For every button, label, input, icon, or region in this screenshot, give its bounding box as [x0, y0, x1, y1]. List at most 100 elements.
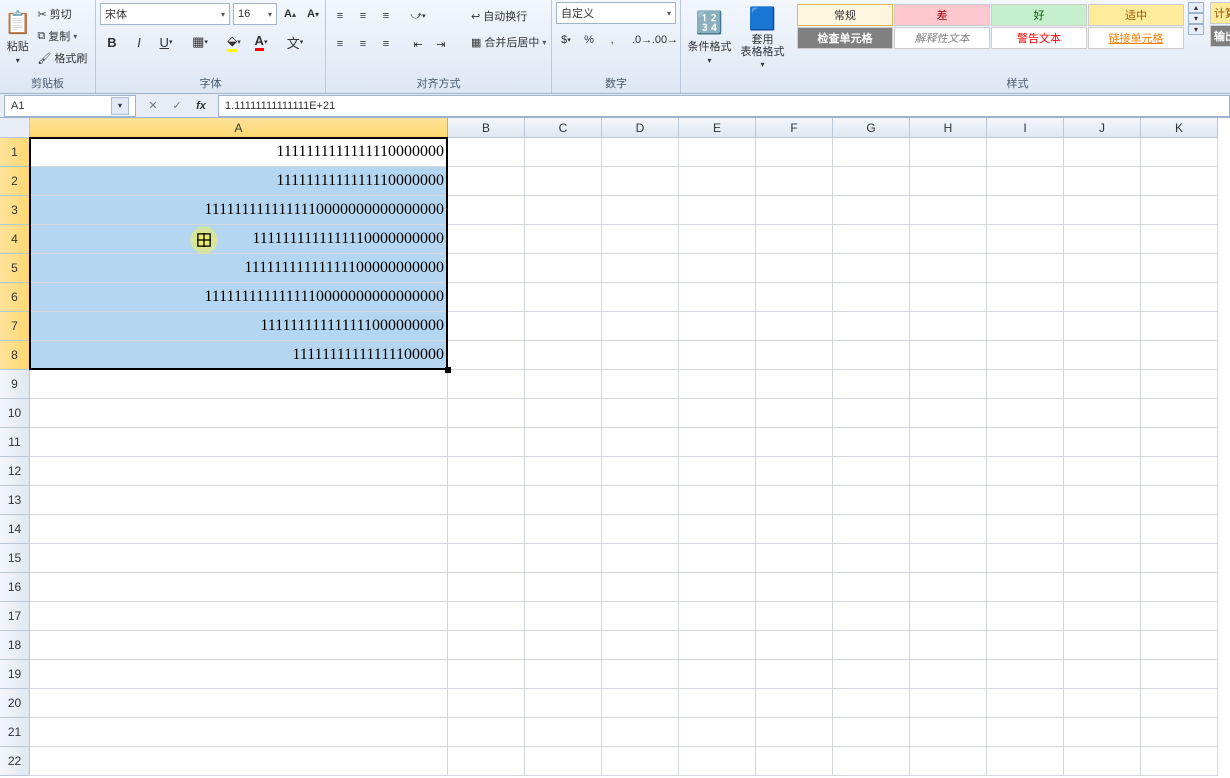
cell-F19[interactable]: [756, 660, 833, 689]
cell-B22[interactable]: [448, 747, 525, 776]
cell-J20[interactable]: [1064, 689, 1141, 718]
cell-K21[interactable]: [1141, 718, 1218, 747]
column-header-B[interactable]: B: [448, 118, 525, 138]
cell-J14[interactable]: [1064, 515, 1141, 544]
cell-G13[interactable]: [833, 486, 910, 515]
scroll-down-icon[interactable]: ▾: [1188, 13, 1204, 24]
orientation-button[interactable]: ⤻▾: [408, 5, 428, 27]
row-header-5[interactable]: 5: [0, 254, 30, 283]
cell-G22[interactable]: [833, 747, 910, 776]
cell-J6[interactable]: [1064, 283, 1141, 312]
cell-I5[interactable]: [987, 254, 1064, 283]
cell-G18[interactable]: [833, 631, 910, 660]
number-format-combo[interactable]: 自定义 ▾: [556, 2, 676, 24]
row-header-19[interactable]: 19: [0, 660, 30, 689]
row-header-6[interactable]: 6: [0, 283, 30, 312]
cell-A14[interactable]: [30, 515, 448, 544]
cell-H9[interactable]: [910, 370, 987, 399]
cell-B8[interactable]: [448, 341, 525, 370]
column-header-H[interactable]: H: [910, 118, 987, 138]
cell-A5[interactable]: 11111111111111100000000000: [30, 254, 448, 283]
cell-D7[interactable]: [602, 312, 679, 341]
cell-D2[interactable]: [602, 167, 679, 196]
cell-D9[interactable]: [602, 370, 679, 399]
cell-styles-gallery[interactable]: 常规 差 好 适中 检查单元格 解释性文本 警告文本 链接单元格: [797, 2, 1184, 49]
paste-button[interactable]: 📋 粘贴 ▾: [4, 2, 31, 72]
cell-I8[interactable]: [987, 341, 1064, 370]
cell-B11[interactable]: [448, 428, 525, 457]
cell-I3[interactable]: [987, 196, 1064, 225]
cell-I22[interactable]: [987, 747, 1064, 776]
column-header-J[interactable]: J: [1064, 118, 1141, 138]
row-header-3[interactable]: 3: [0, 196, 30, 225]
cell-E16[interactable]: [679, 573, 756, 602]
cell-K2[interactable]: [1141, 167, 1218, 196]
cell-H7[interactable]: [910, 312, 987, 341]
styles-scroll[interactable]: ▴ ▾ ▾: [1188, 2, 1204, 35]
cell-J7[interactable]: [1064, 312, 1141, 341]
cell-C13[interactable]: [525, 486, 602, 515]
cell-F17[interactable]: [756, 602, 833, 631]
cell-K5[interactable]: [1141, 254, 1218, 283]
column-header-F[interactable]: F: [756, 118, 833, 138]
cell-B3[interactable]: [448, 196, 525, 225]
cell-F2[interactable]: [756, 167, 833, 196]
cell-E7[interactable]: [679, 312, 756, 341]
cell-E5[interactable]: [679, 254, 756, 283]
cell-A15[interactable]: [30, 544, 448, 573]
cell-F15[interactable]: [756, 544, 833, 573]
cell-C2[interactable]: [525, 167, 602, 196]
cell-E21[interactable]: [679, 718, 756, 747]
phonetic-button[interactable]: 文▾: [283, 31, 307, 53]
cell-A16[interactable]: [30, 573, 448, 602]
cell-F16[interactable]: [756, 573, 833, 602]
cell-F18[interactable]: [756, 631, 833, 660]
cell-D6[interactable]: [602, 283, 679, 312]
cell-J10[interactable]: [1064, 399, 1141, 428]
select-all-corner[interactable]: [0, 118, 30, 138]
row-header-22[interactable]: 22: [0, 747, 30, 776]
cell-H16[interactable]: [910, 573, 987, 602]
row-header-20[interactable]: 20: [0, 689, 30, 718]
fill-color-button[interactable]: ⬙▾: [222, 31, 246, 53]
cell-I13[interactable]: [987, 486, 1064, 515]
cell-J13[interactable]: [1064, 486, 1141, 515]
cell-K10[interactable]: [1141, 399, 1218, 428]
cell-D8[interactable]: [602, 341, 679, 370]
cell-I18[interactable]: [987, 631, 1064, 660]
row-header-10[interactable]: 10: [0, 399, 30, 428]
cell-B15[interactable]: [448, 544, 525, 573]
shrink-font-button[interactable]: A▾: [303, 3, 323, 25]
cell-D11[interactable]: [602, 428, 679, 457]
cell-A19[interactable]: [30, 660, 448, 689]
cell-C11[interactable]: [525, 428, 602, 457]
cell-H8[interactable]: [910, 341, 987, 370]
cell-F9[interactable]: [756, 370, 833, 399]
cell-H19[interactable]: [910, 660, 987, 689]
row-header-12[interactable]: 12: [0, 457, 30, 486]
cell-B6[interactable]: [448, 283, 525, 312]
cell-C4[interactable]: [525, 225, 602, 254]
cell-F10[interactable]: [756, 399, 833, 428]
cell-J11[interactable]: [1064, 428, 1141, 457]
cell-G17[interactable]: [833, 602, 910, 631]
cell-K8[interactable]: [1141, 341, 1218, 370]
cell-K7[interactable]: [1141, 312, 1218, 341]
row-header-1[interactable]: 1: [0, 138, 30, 167]
cell-E12[interactable]: [679, 457, 756, 486]
cell-B21[interactable]: [448, 718, 525, 747]
cell-B20[interactable]: [448, 689, 525, 718]
conditional-format-button[interactable]: 🔢 条件格式 ▾: [685, 2, 734, 72]
align-left-button[interactable]: ≡: [330, 33, 350, 55]
cell-C9[interactable]: [525, 370, 602, 399]
cell-J5[interactable]: [1064, 254, 1141, 283]
cell-F6[interactable]: [756, 283, 833, 312]
cell-B16[interactable]: [448, 573, 525, 602]
cell-F3[interactable]: [756, 196, 833, 225]
align-right-button[interactable]: ≡: [376, 33, 396, 55]
cell-I14[interactable]: [987, 515, 1064, 544]
cell-H20[interactable]: [910, 689, 987, 718]
row-header-11[interactable]: 11: [0, 428, 30, 457]
cell-H2[interactable]: [910, 167, 987, 196]
copy-button[interactable]: ⧉ 复制 ▾: [33, 26, 91, 46]
